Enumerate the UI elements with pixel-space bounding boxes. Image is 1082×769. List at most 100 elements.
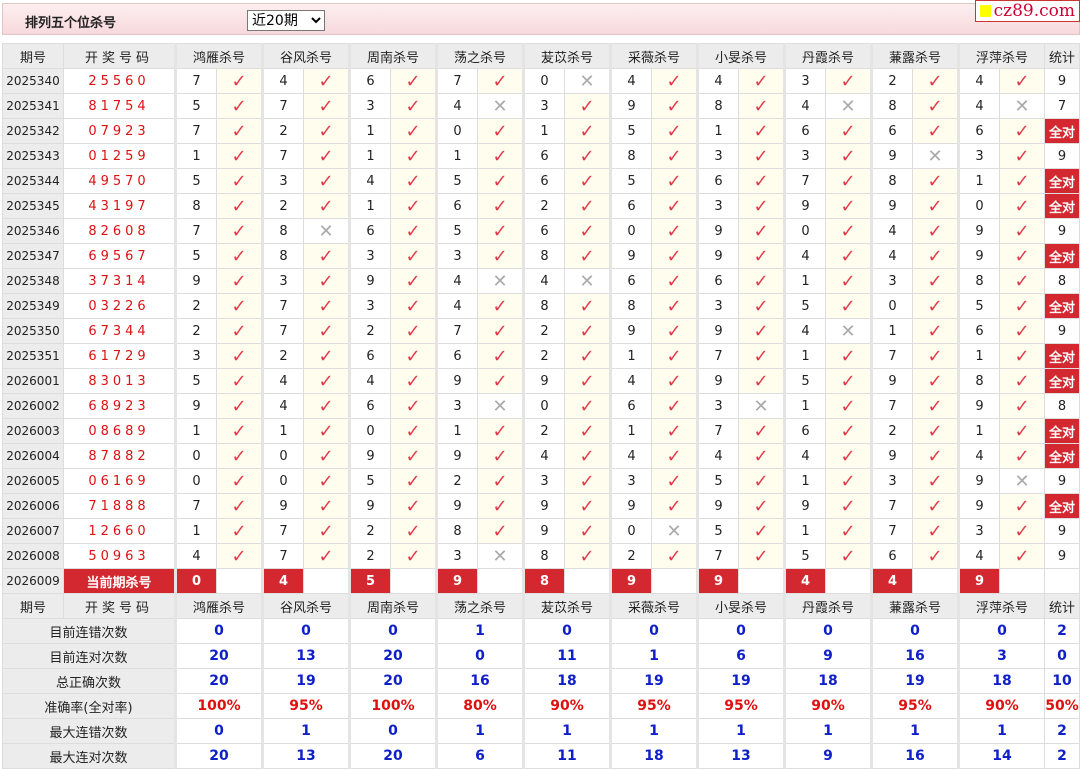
wrong-icon: ✕ bbox=[477, 93, 524, 119]
check-icon: ✓ bbox=[1014, 195, 1030, 217]
check-icon: ✓ bbox=[564, 293, 611, 319]
check-icon: ✓ bbox=[579, 220, 595, 242]
header-expert: 采薇杀号 bbox=[609, 593, 698, 619]
check-icon: ✓ bbox=[840, 245, 856, 267]
draw-code: 71888 bbox=[63, 493, 176, 519]
check-icon: ✓ bbox=[927, 370, 943, 392]
summary-value: 95% bbox=[609, 693, 698, 719]
check-icon: ✓ bbox=[912, 243, 959, 269]
summary-label: 最大连错次数 bbox=[2, 718, 176, 744]
kill-number: 9 bbox=[957, 468, 1000, 494]
kill-number: 9 bbox=[609, 493, 652, 519]
range-select[interactable]: 近20期 bbox=[247, 10, 325, 31]
check-icon: ✓ bbox=[840, 145, 856, 167]
check-icon: ✓ bbox=[840, 395, 856, 417]
check-icon: ✓ bbox=[651, 218, 698, 244]
empty-cell bbox=[999, 568, 1045, 594]
kill-number: 5 bbox=[435, 168, 478, 194]
check-icon: ✓ bbox=[738, 468, 785, 494]
table-row: 2025345 43197 8 ✓ 2 ✓ 1 ✓ 6 ✓ 2 ✓ 6 ✓ 3 ✓ 9 ✓ 9 ✓ 0 ✓ 全对 bbox=[2, 193, 1080, 219]
check-icon: ✓ bbox=[405, 95, 421, 117]
check-icon: ✓ bbox=[579, 195, 595, 217]
summary-value: 16 bbox=[870, 743, 959, 769]
check-icon: ✓ bbox=[405, 70, 421, 92]
header-expert: 鸿雁杀号 bbox=[174, 593, 263, 619]
check-icon: ✓ bbox=[927, 295, 943, 317]
kill-number: 9 bbox=[522, 493, 565, 519]
kill-number: 6 bbox=[435, 343, 478, 369]
kill-number: 4 bbox=[609, 443, 652, 469]
check-icon: ✓ bbox=[825, 393, 872, 419]
header-period: 期号 bbox=[2, 593, 64, 619]
kill-number: 4 bbox=[261, 368, 304, 394]
check-icon: ✓ bbox=[738, 193, 785, 219]
summary-value: 0 bbox=[609, 618, 698, 644]
check-icon: ✓ bbox=[579, 345, 595, 367]
kill-number: 6 bbox=[609, 393, 652, 419]
check-icon: ✓ bbox=[999, 518, 1045, 544]
kill-number: 3 bbox=[957, 143, 1000, 169]
check-icon: ✓ bbox=[999, 218, 1045, 244]
header-expert: 浮萍杀号 bbox=[957, 43, 1045, 69]
check-icon: ✓ bbox=[738, 168, 785, 194]
kill-number: 9 bbox=[609, 93, 652, 119]
check-icon: ✓ bbox=[651, 243, 698, 269]
check-icon: ✓ bbox=[216, 343, 263, 369]
check-icon: ✓ bbox=[303, 493, 350, 519]
check-icon: ✓ bbox=[840, 345, 856, 367]
kill-number: 1 bbox=[783, 343, 826, 369]
check-icon: ✓ bbox=[1014, 245, 1030, 267]
table-row: 2026007 12660 1 ✓ 7 ✓ 2 ✓ 8 ✓ 9 ✓ 0 ✕ 5 ✓ 1 ✓ 7 ✓ 3 ✓ 9 bbox=[2, 518, 1080, 544]
check-icon: ✓ bbox=[1014, 145, 1030, 167]
summary-label: 最大连对次数 bbox=[2, 743, 176, 769]
summary-value: 95% bbox=[696, 693, 785, 719]
check-icon: ✓ bbox=[318, 345, 334, 367]
table-row: 2025344 49570 5 ✓ 3 ✓ 4 ✓ 5 ✓ 6 ✓ 5 ✓ 6 ✓ 7 ✓ 8 ✓ 1 ✓ 全对 bbox=[2, 168, 1080, 194]
check-icon: ✓ bbox=[825, 68, 872, 94]
stat-cell: 全对 bbox=[1044, 293, 1080, 319]
header-stat: 统计 bbox=[1044, 43, 1080, 69]
check-icon: ✓ bbox=[1014, 220, 1030, 242]
kill-number: 8 bbox=[261, 243, 304, 269]
kill-number: 9 bbox=[609, 318, 652, 344]
table-row: 2026008 50963 4 ✓ 7 ✓ 2 ✓ 3 ✕ 8 ✓ 2 ✓ 7 ✓ 5 ✓ 6 ✓ 4 ✓ 9 bbox=[2, 543, 1080, 569]
kill-number: 9 bbox=[696, 368, 739, 394]
kill-number: 2 bbox=[870, 418, 913, 444]
kill-number: 9 bbox=[870, 193, 913, 219]
kill-number: 4 bbox=[348, 168, 391, 194]
check-icon: ✓ bbox=[927, 495, 943, 517]
kill-number: 9 bbox=[870, 143, 913, 169]
kill-number: 8 bbox=[696, 93, 739, 119]
cross-icon: ✕ bbox=[840, 95, 856, 117]
summary-value: 13 bbox=[261, 643, 350, 669]
check-icon: ✓ bbox=[231, 120, 247, 142]
cross-icon: ✕ bbox=[927, 145, 943, 167]
kill-number: 1 bbox=[174, 418, 217, 444]
kill-number: 3 bbox=[957, 518, 1000, 544]
period-cell: 2026005 bbox=[2, 468, 64, 494]
summary-value: 19 bbox=[609, 668, 698, 694]
check-icon: ✓ bbox=[927, 345, 943, 367]
kill-number: 7 bbox=[696, 418, 739, 444]
check-icon: ✓ bbox=[318, 170, 334, 192]
kill-number: 1 bbox=[783, 468, 826, 494]
summary-value: 1 bbox=[957, 718, 1045, 744]
check-icon: ✓ bbox=[216, 193, 263, 219]
check-icon: ✓ bbox=[492, 470, 508, 492]
check-icon: ✓ bbox=[753, 445, 769, 467]
kill-number: 3 bbox=[870, 268, 913, 294]
check-icon: ✓ bbox=[825, 468, 872, 494]
current-kill-number: 0 bbox=[174, 568, 217, 594]
header-expert: 周南杀号 bbox=[348, 43, 437, 69]
header-expert: 小旻杀号 bbox=[696, 593, 785, 619]
summary-value: 20 bbox=[348, 743, 437, 769]
check-icon: ✓ bbox=[492, 295, 508, 317]
kill-number: 0 bbox=[957, 193, 1000, 219]
summary-value: 18 bbox=[522, 668, 611, 694]
table-row: 2025341 81754 5 ✓ 7 ✓ 3 ✓ 4 ✕ 3 ✓ 9 ✓ 8 ✓ 4 ✕ 8 ✓ 4 ✕ 7 bbox=[2, 93, 1080, 119]
site-logo[interactable]: cz89.com bbox=[974, 0, 1080, 22]
kill-number: 9 bbox=[783, 193, 826, 219]
kill-number-table: 期号 开奖号码 鸿雁杀号 谷风杀号 周南杀号 荡之杀号 苃苡杀号 采薇杀号 小旻杀号 丹霞杀号 蒹露… bbox=[2, 43, 1080, 769]
check-icon: ✓ bbox=[231, 495, 247, 517]
check-icon: ✓ bbox=[825, 193, 872, 219]
